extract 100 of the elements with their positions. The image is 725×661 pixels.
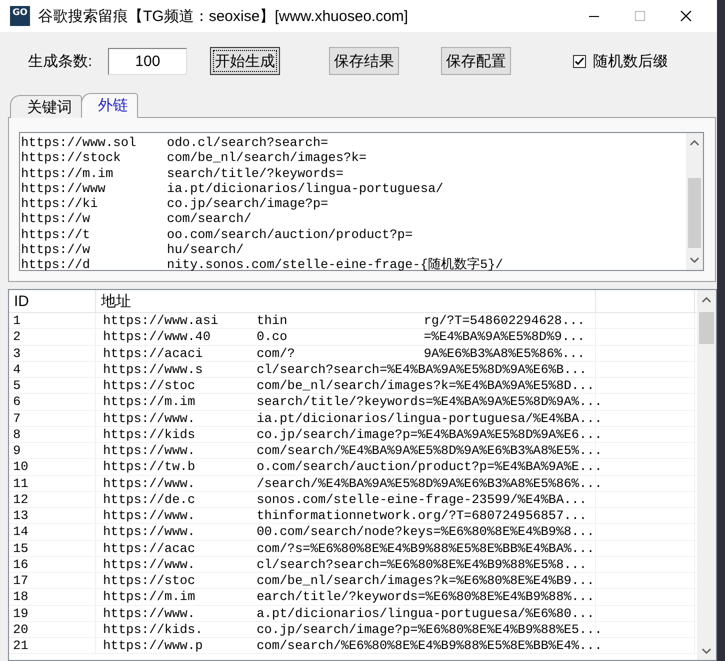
url-text: https://kids [103, 426, 196, 442]
checkbox[interactable] [573, 54, 586, 68]
row-id: 4 [9, 362, 96, 377]
url-text: nity.sonos.com/stelle-eine-frage-{随机数字5}/ [166, 257, 504, 273]
url-text: https://www.asi [103, 313, 220, 328]
url-text: com/search/%E6%80%8E%E4%B9%88%E5%8E%BB%E4%... [256, 638, 602, 654]
url-text: https://www. [103, 606, 196, 621]
url-text: earch/title/?keywords=%E6%80%8E%E4%B9%88%... [256, 589, 594, 604]
row-id: 17 [9, 573, 96, 588]
url-textarea[interactable] [19, 132, 704, 271]
url-text: com/search/%E4%BA%9A%E5%8D%9A%E6%B3%A8%E5%... [256, 443, 602, 458]
url-text: o.com/search/auction/product?p=%E4%BA%9A%E... [256, 459, 602, 474]
url-text: https://de.c [103, 492, 196, 507]
row-id: 5 [9, 378, 96, 394]
row-id: 20 [9, 622, 96, 637]
column-header[interactable]: 地址 [96, 290, 596, 312]
url-text: com/be_nl/search/images?k=%E6%80%8E%E4%B9... [256, 573, 594, 588]
row-id: 15 [9, 540, 96, 556]
url-text: https://stock [21, 150, 122, 166]
url-text: rg/?T=548602294628... [424, 313, 585, 328]
url-text: a.pt/dicionarios/lingua-portuguesa/%E6%80... [256, 606, 594, 621]
url-text: 9A%E6%B3%A8%E5%86%... [424, 346, 585, 361]
url-text: https://www [21, 180, 106, 196]
row-id: 9 [9, 443, 96, 458]
close-icon [680, 10, 692, 22]
url-text: https://stoc [103, 378, 196, 394]
url-text: https://acaci [103, 346, 204, 361]
tab[interactable]: 外链 [81, 93, 138, 118]
url-text: ia.pt/dicionarios/lingua-portuguesa/%E4%BA... [256, 410, 602, 426]
url-text: https://acac [103, 540, 196, 556]
url-text: co.jp/search/image?p=%E6%80%8E%E4%B9%88%E5... [256, 622, 602, 637]
row-id: 6 [9, 394, 96, 410]
url-text: https://m.im [103, 394, 196, 410]
url-text: https://tw.b [103, 459, 196, 474]
url-text: https://www.p [103, 638, 204, 654]
row-id: 12 [9, 492, 96, 507]
url-text: co.jp/search/image?p= [166, 196, 328, 212]
url-text: search/title/?keywords=%E4%BA%9A%E5%8D%9A%... [256, 394, 602, 410]
url-text: https://www. [103, 476, 196, 491]
url-text: com/? [256, 346, 295, 361]
checkbox-label: 随机数后缀 [593, 52, 668, 70]
row-id: 13 [9, 508, 96, 524]
row-id: 3 [9, 346, 96, 361]
action-button[interactable]: 开始生成 [210, 47, 280, 75]
url-text: https://www. [103, 410, 196, 426]
row-id: 16 [9, 556, 96, 572]
row-id: 7 [9, 410, 96, 426]
url-text: hu/search/ [166, 242, 244, 258]
row-id: 11 [9, 476, 96, 491]
window-title: 谷歌搜索留痕【TG频道：seoxise】[www.xhuoseo.com] [38, 6, 408, 26]
scrollbar[interactable] [686, 133, 703, 270]
url-text: thin [256, 313, 288, 328]
url-text: ia.pt/dicionarios/lingua-portuguesa/ [166, 180, 444, 196]
url-text: https://www. [103, 524, 196, 540]
scrollbar[interactable] [697, 290, 716, 660]
url-text: https://m.im [21, 166, 114, 181]
url-text: co.jp/search/image?p=%E4%BA%9A%E5%8D%9A%E6... [256, 426, 602, 442]
row-id: 18 [9, 589, 96, 604]
url-text: =%E4%BA%9A%E5%8D%9... [424, 329, 585, 344]
url-text: https://www. [103, 556, 196, 572]
url-text: https://kids. [103, 622, 204, 637]
row-id: 21 [9, 638, 96, 654]
url-text: https://stoc [103, 573, 196, 588]
count-input[interactable]: 100 [108, 48, 188, 74]
action-button[interactable]: 保存配置 [441, 47, 512, 75]
url-text: 00.com/search/node?keys=%E6%80%8E%E4%B9%8... [256, 524, 594, 540]
url-text: thinformationnetwork.org/?T=680724956857... [256, 508, 587, 524]
url-text: cl/search?search=%E6%80%8E%E4%B9%88%E5%8... [256, 556, 587, 572]
url-text: /search/%E4%BA%9A%E5%8D%9A%E6%B3%A8%E5%86%... [256, 476, 602, 491]
url-text: search/title/?keywords= [166, 166, 344, 181]
maximize-icon [634, 10, 646, 22]
url-text: https://www. [103, 508, 196, 524]
row-id: 19 [9, 606, 96, 621]
url-text: https://www.40 [103, 329, 212, 344]
url-text: com/be_nl/search/images?k=%E4%BA%9A%E5%8D... [256, 378, 594, 394]
url-text: https://www. [103, 443, 196, 458]
url-text: oo.com/search/auction/product?p= [166, 226, 413, 242]
count-label: 生成条数: [28, 52, 92, 70]
row-id: 8 [9, 426, 96, 442]
url-text: com/be_nl/search/images?k= [166, 150, 367, 166]
url-text: odo.cl/search?search= [166, 135, 328, 150]
row-id: 14 [9, 524, 96, 540]
url-text: https://m.im [103, 589, 196, 604]
app-logo: GO [10, 6, 30, 26]
url-text: cl/search?search=%E4%BA%9A%E5%8D%9A%E6%B... [256, 362, 587, 377]
url-text: com/?s=%E6%80%8E%E4%B9%88%E5%8E%BB%E4%BA%... [256, 540, 594, 556]
action-button[interactable]: 保存结果 [329, 47, 400, 75]
column-header[interactable]: ID [9, 290, 96, 312]
url-text: https://www.sol [21, 135, 138, 150]
url-text: com/search/ [166, 211, 252, 227]
url-text: https://www.s [103, 362, 204, 377]
row-id: 2 [9, 329, 96, 344]
url-text: https://t [21, 226, 92, 242]
row-id: 10 [9, 459, 96, 474]
url-text: https://ki [21, 196, 99, 212]
row-id: 1 [9, 313, 96, 328]
tab[interactable]: 关键词 [10, 95, 82, 118]
url-text: sonos.com/stelle-eine-frage-23599/%E4%BA... [256, 492, 587, 507]
url-text: https://w [21, 211, 92, 227]
url-text: https://d [21, 257, 92, 273]
